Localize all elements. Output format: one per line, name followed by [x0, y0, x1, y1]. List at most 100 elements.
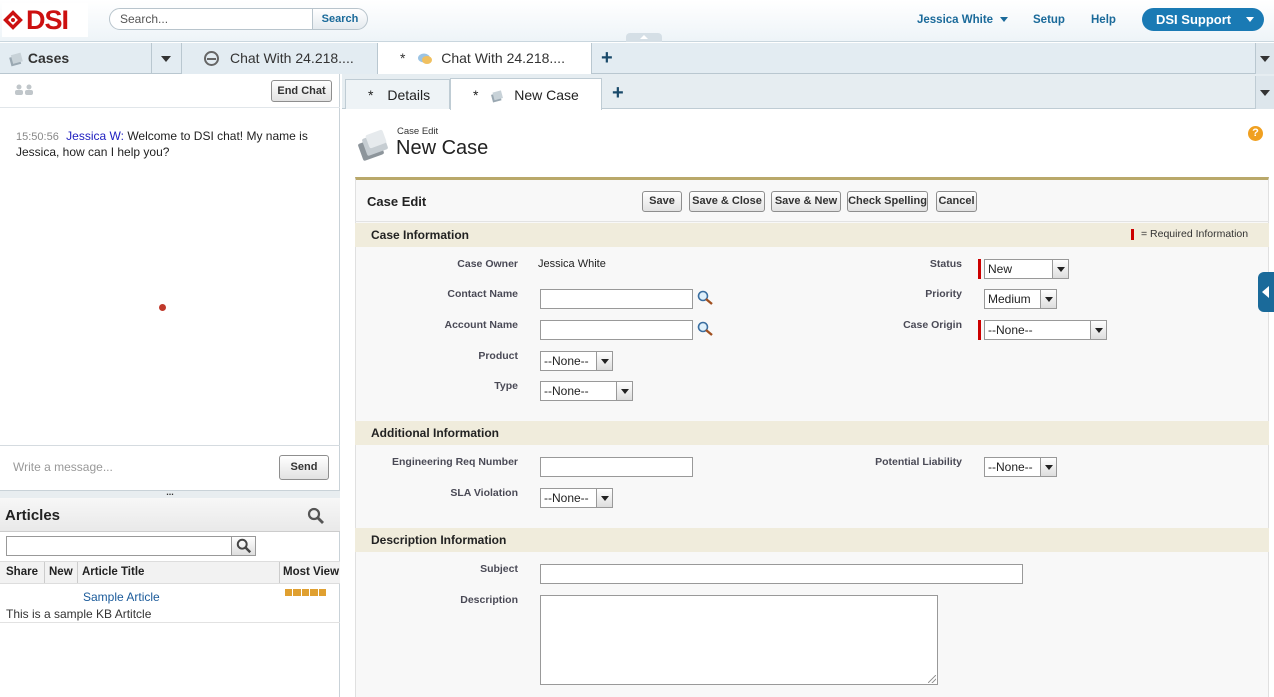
cancel-button[interactable]: Cancel [936, 191, 977, 212]
column-header-most-viewed[interactable]: Most View [283, 562, 339, 583]
section-title: Additional Information [371, 426, 499, 440]
chevron-down-icon [596, 352, 612, 370]
resize-grip-icon[interactable] [928, 675, 936, 683]
tab-chat-1[interactable]: Chat With 24.218.... [182, 43, 378, 74]
section-title: Case Information [371, 228, 470, 242]
page-title: New Case [396, 137, 489, 159]
save-and-new-button[interactable]: Save & New [771, 191, 841, 212]
subject-field[interactable] [540, 564, 1023, 584]
product-select-value: --None-- [544, 354, 589, 368]
chat-sidebar [0, 74, 340, 697]
message-text: Welcome to DSI chat! My name is Jessica,… [16, 129, 308, 159]
breadcrumb: Case Edit [397, 126, 439, 137]
nav-tab-dropdown[interactable] [152, 43, 182, 74]
article-search-input[interactable] [6, 536, 232, 556]
divider [0, 107, 340, 108]
potential-liability-select-value: --None-- [988, 460, 1033, 474]
unsaved-indicator: * [400, 50, 406, 66]
product-select[interactable]: --None-- [540, 351, 613, 371]
collapse-header-handle[interactable] [626, 33, 662, 42]
chevron-down-icon [1000, 17, 1009, 23]
case-origin-select-value: --None-- [988, 323, 1033, 337]
column-header-new[interactable]: New [49, 562, 73, 583]
chevron-down-icon [1246, 17, 1254, 22]
divider [355, 221, 1269, 222]
type-select[interactable]: --None-- [540, 381, 633, 401]
search-button[interactable]: Search [312, 8, 368, 30]
save-button[interactable]: Save [642, 191, 682, 212]
nav-tab-cases[interactable]: Cases [0, 43, 152, 74]
chevron-down-icon [1040, 290, 1056, 308]
account-name-field[interactable] [540, 320, 693, 340]
app-switcher-button[interactable]: DSI Support [1142, 8, 1264, 31]
search-icon[interactable] [307, 507, 325, 525]
column-header-article-title[interactable]: Article Title [82, 562, 144, 583]
chevron-down-icon [616, 382, 632, 400]
priority-select-value: Medium [988, 292, 1031, 306]
resize-handle-dots: ... [166, 487, 174, 497]
logo-text: DSI [26, 4, 69, 35]
divider [0, 445, 340, 446]
help-icon[interactable]: ? [1248, 126, 1263, 141]
chat-message: 15:50:56 Jessica W: Welcome to DSI chat!… [16, 129, 326, 160]
chat-message-input[interactable]: Write a message... [13, 460, 113, 474]
global-search-input[interactable]: Search... [109, 8, 313, 30]
panel-resize-handle[interactable]: ... [0, 487, 340, 498]
blocked-icon [204, 51, 219, 66]
chevron-down-icon [1052, 260, 1068, 278]
unsaved-indicator: * [368, 87, 374, 103]
subtab-overflow-dropdown[interactable] [1255, 76, 1274, 109]
app-switcher-label: DSI Support [1156, 12, 1232, 27]
chevron-down-icon [1260, 90, 1270, 96]
sla-violation-label: SLA Violation [450, 487, 518, 499]
articles-table-header: Share New Article Title Most View [0, 561, 340, 584]
chevron-down-icon [1040, 458, 1056, 476]
subtab-new-case[interactable]: * New Case [450, 78, 602, 110]
chevron-down-icon [161, 56, 171, 62]
section-title: Description Information [371, 533, 507, 547]
divider [0, 622, 340, 623]
engineering-req-number-field[interactable] [540, 457, 693, 477]
required-marker [1131, 229, 1134, 240]
save-and-close-button[interactable]: Save & Close [689, 191, 765, 212]
participants-icon [15, 84, 33, 95]
user-menu[interactable]: Jessica White [917, 14, 1009, 26]
help-link[interactable]: Help [1091, 14, 1116, 26]
tab-chat-2[interactable]: * Chat With 24.218.... [378, 43, 592, 75]
sla-violation-select[interactable]: --None-- [540, 488, 613, 508]
logo-diamond-icon [3, 10, 23, 30]
add-tab-plus-icon[interactable]: + [601, 47, 613, 70]
subtab-details[interactable]: * Details [345, 79, 450, 109]
product-label: Product [478, 350, 518, 362]
column-header-share[interactable]: Share [6, 562, 38, 583]
sidebar-toggle[interactable] [1258, 272, 1274, 312]
priority-select[interactable]: Medium [984, 289, 1057, 309]
lookup-icon[interactable] [697, 321, 714, 337]
chevron-down-icon [596, 489, 612, 507]
send-button[interactable]: Send [279, 455, 329, 480]
setup-link[interactable]: Setup [1033, 14, 1065, 26]
description-textarea[interactable] [540, 595, 938, 685]
section-description-information: Description Information [355, 528, 1269, 552]
lookup-icon[interactable] [697, 290, 714, 306]
cases-icon [9, 52, 23, 67]
sla-violation-select-value: --None-- [544, 491, 589, 505]
required-marker [978, 259, 981, 279]
chevron-down-icon [1090, 321, 1106, 339]
chevron-left-icon [1262, 286, 1269, 298]
status-select[interactable]: New [984, 259, 1069, 279]
case-owner-value: Jessica White [538, 258, 606, 270]
tab-overflow-dropdown[interactable] [1255, 43, 1274, 74]
check-spelling-button[interactable]: Check Spelling [847, 191, 928, 212]
user-menu-label: Jessica White [917, 14, 994, 26]
subtab-new-case-label: New Case [514, 87, 579, 103]
potential-liability-select[interactable]: --None-- [984, 457, 1057, 477]
article-link[interactable]: Sample Article [83, 590, 160, 604]
end-chat-button[interactable]: End Chat [271, 80, 332, 102]
add-subtab-plus-icon[interactable]: + [612, 82, 624, 105]
edit-block-title: Case Edit [367, 194, 427, 209]
contact-name-field[interactable] [540, 289, 693, 309]
case-origin-select[interactable]: --None-- [984, 320, 1107, 340]
article-search-button[interactable] [231, 536, 256, 556]
company-logo[interactable]: DSI [2, 3, 88, 37]
